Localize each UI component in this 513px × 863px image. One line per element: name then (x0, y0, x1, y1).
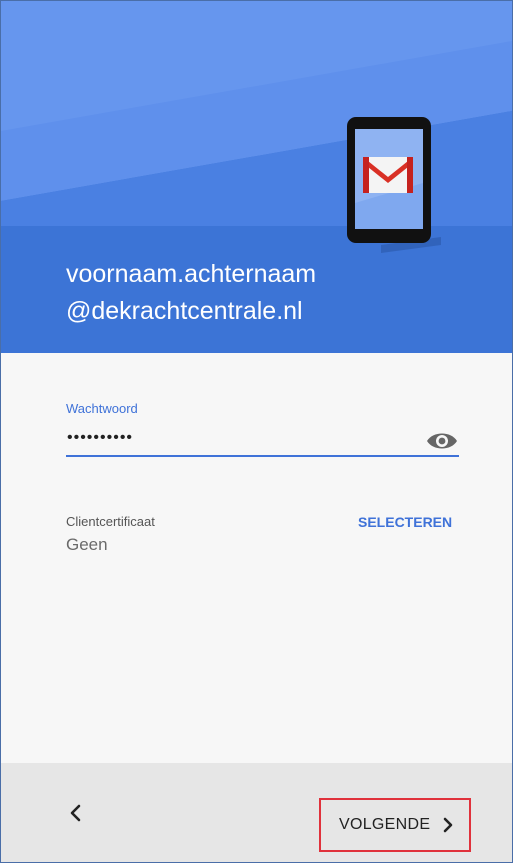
gmail-tablet-icon (347, 117, 441, 253)
certificate-label: Clientcertificaat (66, 514, 155, 529)
next-button-label: VOLGENDE (339, 816, 431, 833)
app-window: voornaam.achternaam @dekrachtcentrale.nl… (0, 0, 513, 863)
form-content: Wachtwoord •••••••••• Clientcertificaat … (1, 353, 512, 763)
account-email-line1: voornaam.achternaam (66, 260, 317, 288)
account-header: voornaam.achternaam @dekrachtcentrale.nl (1, 1, 512, 353)
certificate-value: Geen (66, 535, 108, 554)
password-underline (66, 455, 459, 457)
password-input[interactable]: •••••••••• (67, 429, 133, 447)
password-label: Wachtwoord (66, 401, 138, 416)
chevron-left-icon[interactable] (55, 793, 95, 833)
chevron-right-icon (444, 817, 453, 833)
select-certificate-button[interactable]: SELECTEREN (358, 514, 452, 530)
eye-icon[interactable] (425, 429, 459, 453)
navigation-bar: VOLGENDE (1, 763, 512, 862)
account-email: voornaam.achternaam @dekrachtcentrale.nl (66, 256, 316, 330)
next-button[interactable]: VOLGENDE (319, 798, 471, 852)
account-email-line2: @dekrachtcentrale.nl (66, 297, 303, 325)
